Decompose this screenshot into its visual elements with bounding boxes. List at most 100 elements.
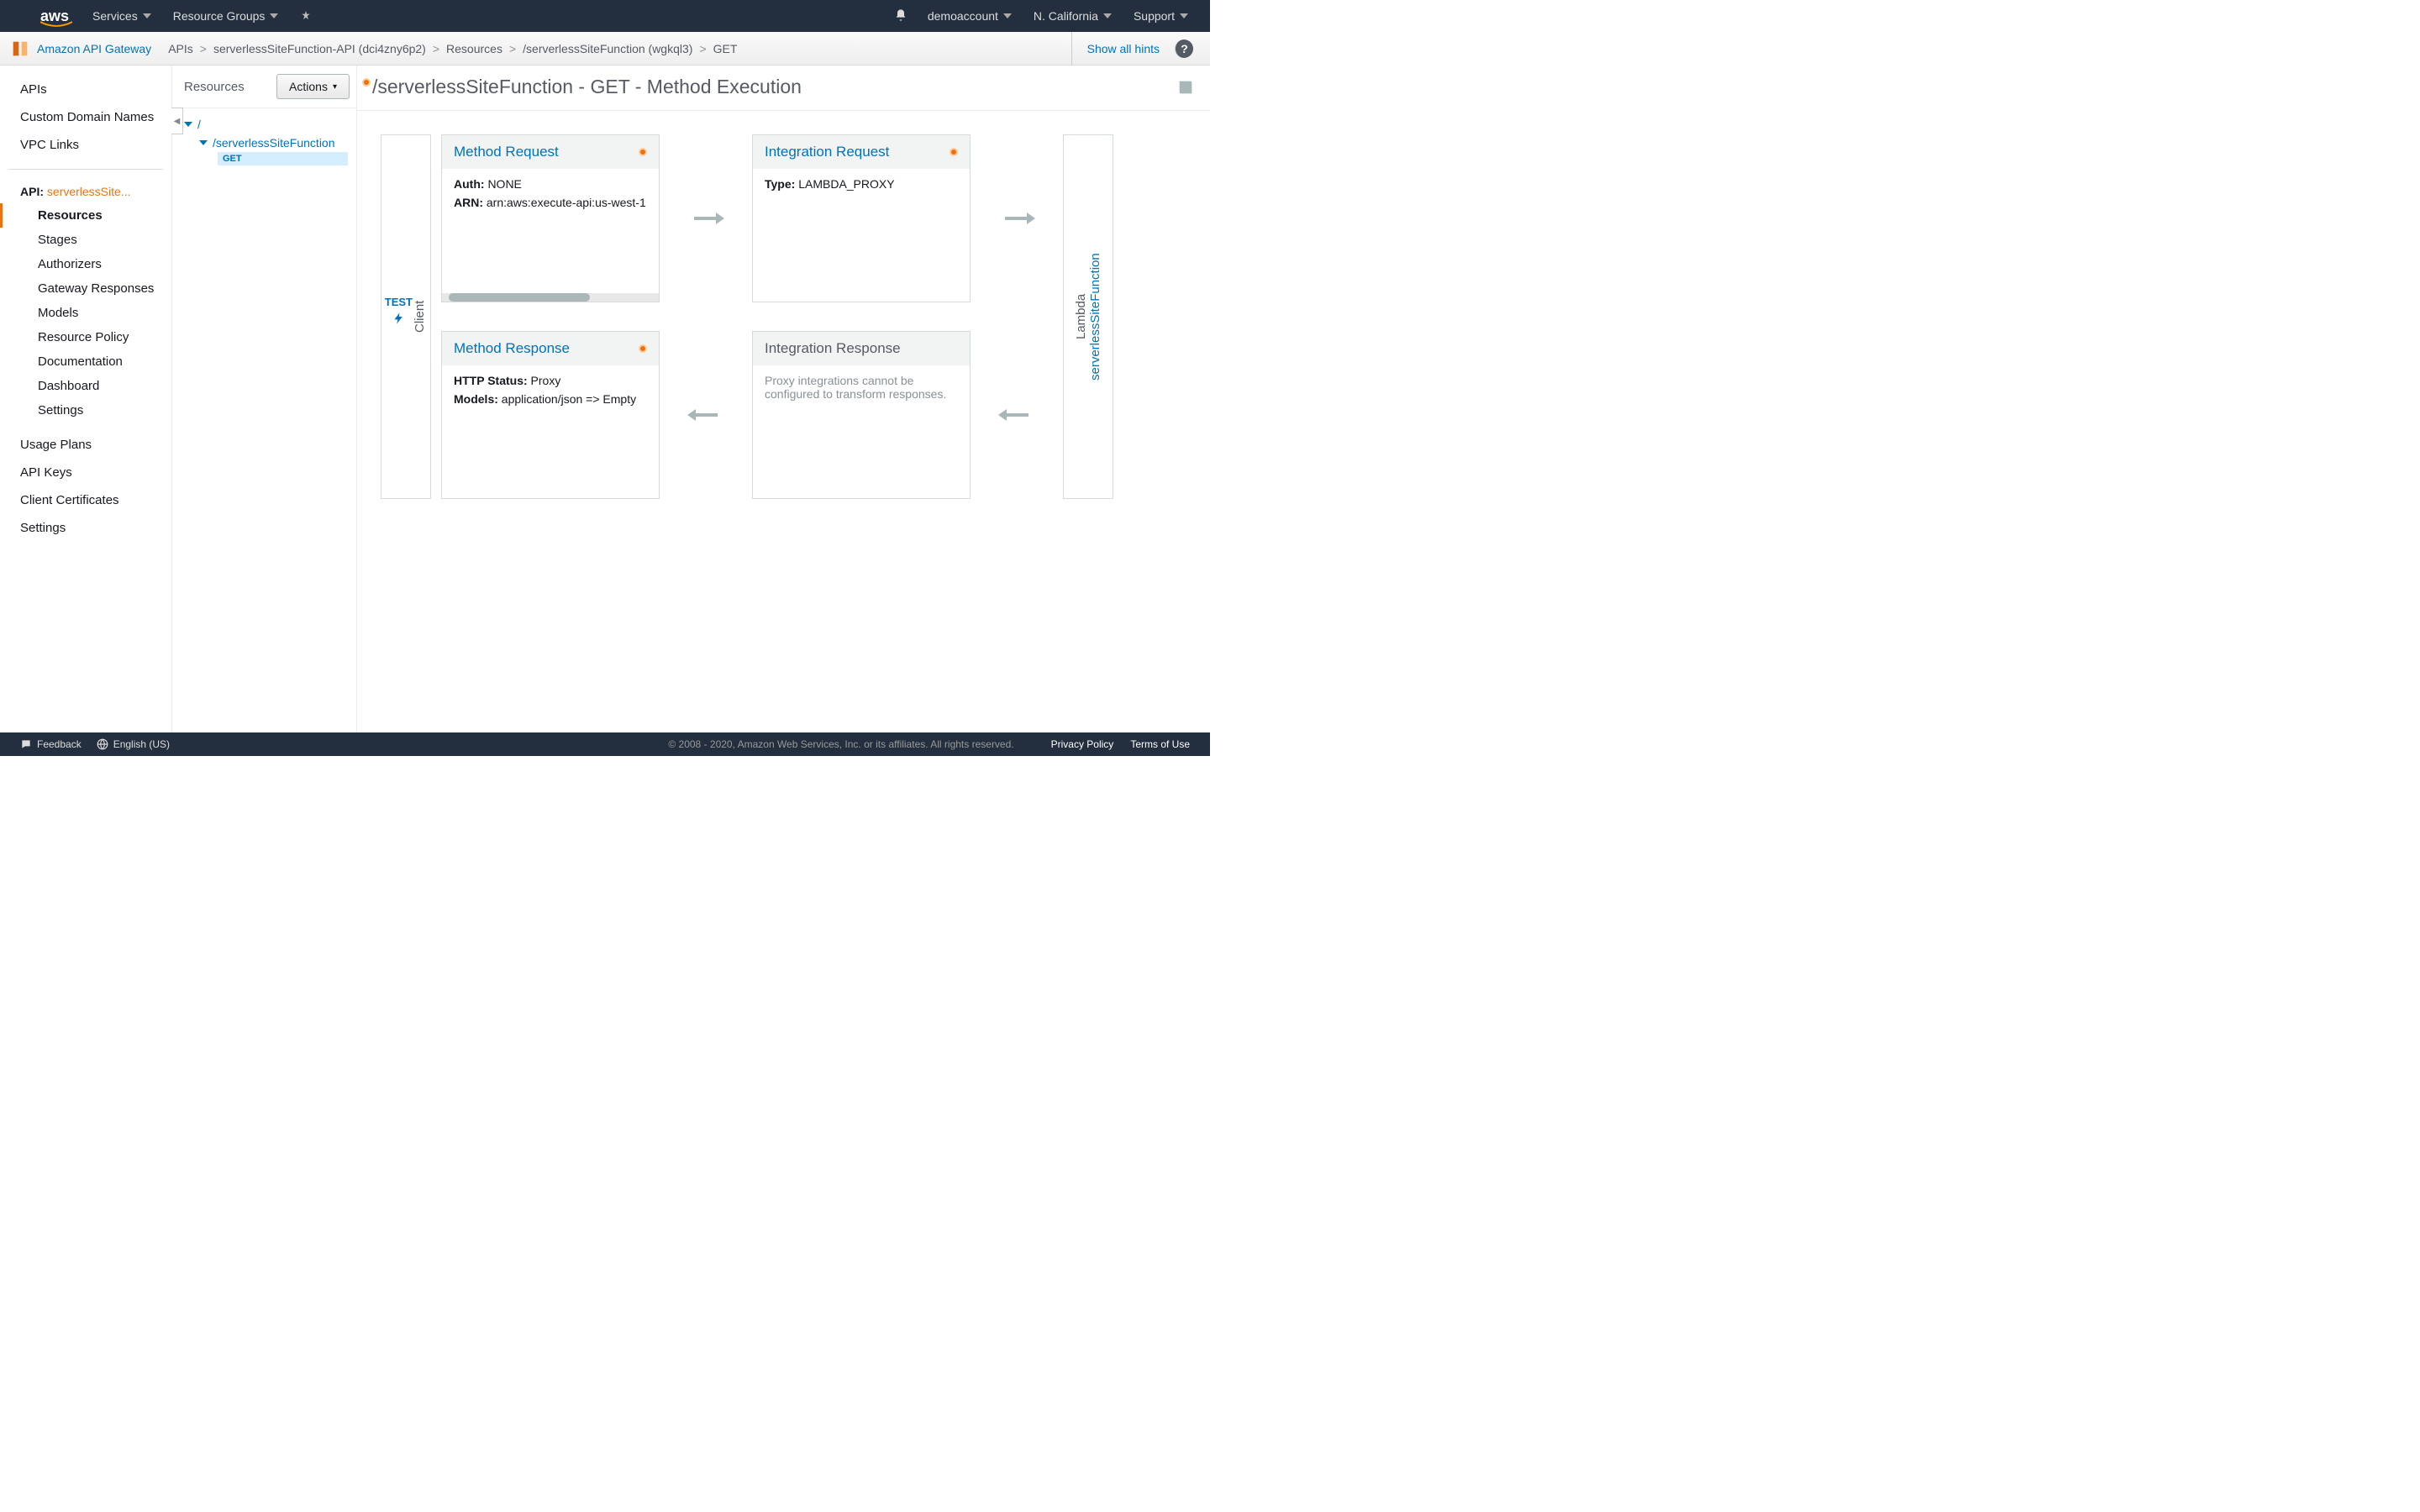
breadcrumb-api[interactable]: serverlessSiteFunction-API (dci4zny6p2) <box>213 42 426 55</box>
nav-authorizers[interactable]: Authorizers <box>0 252 171 276</box>
type-value: LAMBDA_PROXY <box>798 177 894 191</box>
method-response-title: Method Response <box>454 340 570 357</box>
region-menu[interactable]: N. California <box>1034 9 1112 23</box>
integration-request-title: Integration Request <box>765 144 889 160</box>
lightning-icon <box>392 312 405 326</box>
hint-dot-icon[interactable] <box>639 344 647 353</box>
region-label: N. California <box>1034 9 1098 23</box>
method-request-card[interactable]: Method Request Auth: NONE ARN: arn:aws:e… <box>441 134 660 302</box>
integration-request-card[interactable]: Integration Request Type: LAMBDA_PROXY <box>752 134 971 302</box>
service-name[interactable]: Amazon API Gateway <box>37 42 151 55</box>
integration-response-card: Integration Response Proxy integrations … <box>752 331 971 499</box>
tree-root[interactable]: / <box>184 115 348 134</box>
test-label: TEST <box>385 297 413 309</box>
services-menu[interactable]: Services <box>92 9 151 23</box>
nav-documentation[interactable]: Documentation <box>0 349 171 374</box>
breadcrumb-sep: > <box>699 42 706 55</box>
nav-api-settings[interactable]: Settings <box>0 398 171 423</box>
resources-panel: ◀ Resources Actions▾ / /serverlessSiteFu… <box>172 66 357 732</box>
show-all-hints-link[interactable]: Show all hints <box>1071 32 1175 66</box>
nav-resource-policy[interactable]: Resource Policy <box>0 325 171 349</box>
arn-label: ARN: <box>454 196 483 209</box>
aws-logo[interactable]: aws <box>40 8 69 25</box>
arn-value: arn:aws:execute-api:us-west-1:4927025470… <box>487 196 647 209</box>
terms-of-use-link[interactable]: Terms of Use <box>1130 738 1190 750</box>
nav-api-keys[interactable]: API Keys <box>0 459 171 486</box>
footer: Feedback English (US) © 2008 - 2020, Ama… <box>0 732 1210 756</box>
http-status-value: Proxy <box>531 374 561 387</box>
nav-models[interactable]: Models <box>0 301 171 325</box>
hint-dot-icon[interactable] <box>950 148 958 156</box>
notifications-icon[interactable] <box>894 8 928 24</box>
nav-client-certificates[interactable]: Client Certificates <box>0 486 171 514</box>
breadcrumb-bar: Amazon API Gateway APIs > serverlessSite… <box>0 32 1210 66</box>
arrow-left-icon <box>1005 413 1028 417</box>
nav-vpc-links[interactable]: VPC Links <box>0 131 171 159</box>
privacy-policy-link[interactable]: Privacy Policy <box>1051 738 1114 750</box>
tree-method-get[interactable]: GET <box>218 152 348 165</box>
speech-bubble-icon <box>20 738 32 750</box>
support-menu[interactable]: Support <box>1134 9 1188 23</box>
integration-response-body: Proxy integrations cannot be configured … <box>753 365 970 498</box>
top-nav: aws Services Resource Groups demoaccount… <box>0 0 1210 32</box>
services-label: Services <box>92 9 138 23</box>
integration-response-title: Integration Response <box>765 340 901 357</box>
breadcrumb-resources[interactable]: Resources <box>446 42 502 55</box>
caret-down-icon <box>1103 12 1112 20</box>
account-label: demoaccount <box>928 9 998 23</box>
api-name-link[interactable]: serverlessSite... <box>47 185 131 198</box>
divider <box>8 169 163 170</box>
hint-dot-icon[interactable] <box>639 148 647 156</box>
nav-resources[interactable]: Resources <box>0 203 171 228</box>
breadcrumb-apis[interactable]: APIs <box>168 42 193 55</box>
breadcrumb-method: GET <box>713 42 738 55</box>
caret-down-icon <box>184 122 192 127</box>
breadcrumb-sep: > <box>509 42 516 55</box>
caret-down-icon <box>1180 12 1188 20</box>
type-label: Type: <box>765 177 795 191</box>
actions-button[interactable]: Actions▾ <box>276 74 350 99</box>
breadcrumb-resource[interactable]: /serverlessSiteFunction (wgkql3) <box>523 42 692 55</box>
apigateway-icon <box>12 40 29 57</box>
globe-icon <box>97 738 108 750</box>
caret-down-icon <box>1003 12 1012 20</box>
arrow-right-icon <box>694 217 718 220</box>
auth-label: Auth: <box>454 177 485 191</box>
nav-custom-domains[interactable]: Custom Domain Names <box>0 103 171 131</box>
scrollbar[interactable] <box>442 293 659 302</box>
nav-gateway-responses[interactable]: Gateway Responses <box>0 276 171 301</box>
caret-down-icon <box>143 12 151 20</box>
feedback-link[interactable]: Feedback <box>20 738 82 750</box>
method-request-title: Method Request <box>454 144 559 160</box>
test-button[interactable]: TEST <box>385 297 413 326</box>
lambda-box[interactable]: Lambda serverlessSiteFunction <box>1063 134 1113 499</box>
pin-icon[interactable] <box>300 10 312 22</box>
copyright-text: © 2008 - 2020, Amazon Web Services, Inc.… <box>668 738 1013 750</box>
left-nav: APIs Custom Domain Names VPC Links API: … <box>0 66 172 732</box>
nav-settings[interactable]: Settings <box>0 514 171 542</box>
account-menu[interactable]: demoaccount <box>928 9 1012 23</box>
breadcrumb-sep: > <box>433 42 439 55</box>
page-title: /serverlessSiteFunction - GET - Method E… <box>372 76 802 98</box>
client-label: Client <box>413 301 427 333</box>
method-response-card[interactable]: Method Response HTTP Status: Proxy Model… <box>441 331 660 499</box>
hint-dot-icon[interactable] <box>362 78 371 87</box>
resource-groups-menu[interactable]: Resource Groups <box>173 9 279 23</box>
language-selector[interactable]: English (US) <box>97 738 170 750</box>
collapse-panel-icon[interactable]: ◀ <box>171 108 183 134</box>
arrow-right-icon <box>1005 217 1028 220</box>
lambda-function-link[interactable]: serverlessSiteFunction <box>1088 253 1102 381</box>
tree-resource[interactable]: /serverlessSiteFunction <box>184 134 348 152</box>
nav-apis[interactable]: APIs <box>0 76 171 103</box>
actions-label: Actions <box>289 80 328 93</box>
caret-down-icon <box>199 140 208 145</box>
book-icon[interactable] <box>1176 78 1195 97</box>
nav-stages[interactable]: Stages <box>0 228 171 252</box>
api-label: API: serverlessSite... <box>0 180 171 203</box>
nav-usage-plans[interactable]: Usage Plans <box>0 431 171 459</box>
help-icon[interactable]: ? <box>1175 39 1193 58</box>
resource-groups-label: Resource Groups <box>173 9 266 23</box>
resources-title: Resources <box>184 80 245 94</box>
http-status-label: HTTP Status: <box>454 374 528 387</box>
nav-dashboard[interactable]: Dashboard <box>0 374 171 398</box>
